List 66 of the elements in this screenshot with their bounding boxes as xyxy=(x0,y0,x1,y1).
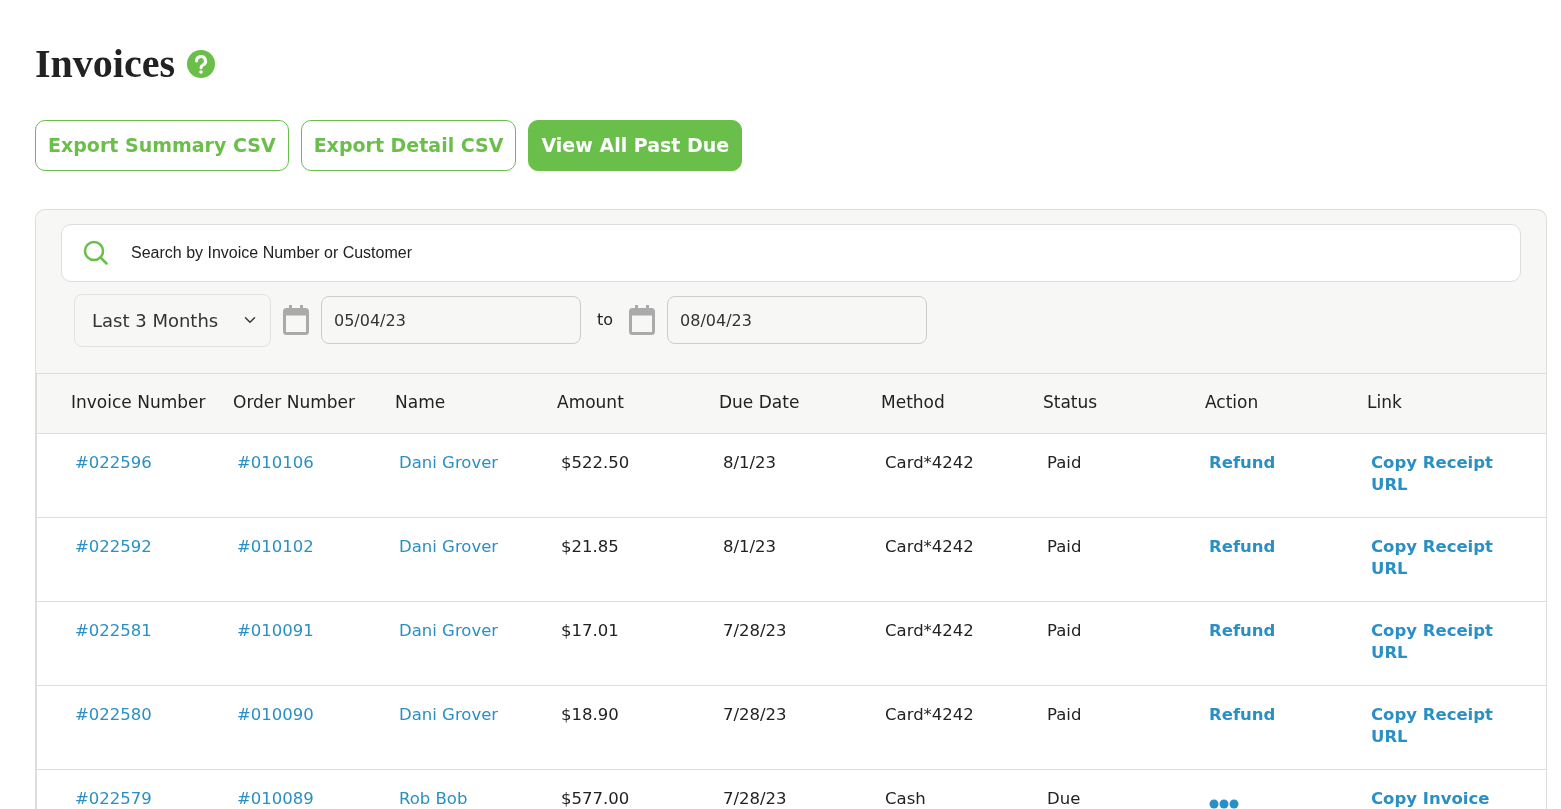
date-separator: to xyxy=(597,309,614,331)
more-icon[interactable] xyxy=(1209,799,1239,809)
column-header: Action xyxy=(1205,392,1259,413)
order-link[interactable]: #010102 xyxy=(237,536,314,556)
column-header: Name xyxy=(395,392,446,413)
table-cell: $577.00 xyxy=(561,788,630,808)
customer-link[interactable]: Dani Grover xyxy=(399,452,499,472)
column-header: Order Number xyxy=(233,392,355,413)
copy-link[interactable]: Copy Receipt URL xyxy=(1371,703,1511,748)
table-cell: 7/28/23 xyxy=(723,704,787,724)
table-cell: $21.85 xyxy=(561,536,619,556)
invoice-link[interactable]: #022596 xyxy=(75,452,152,472)
table-cell: Paid xyxy=(1047,452,1082,472)
copy-link[interactable]: Copy Receipt URL xyxy=(1371,619,1511,664)
order-link[interactable]: #010091 xyxy=(237,620,314,640)
action-button[interactable]: Export Summary CSV xyxy=(35,120,289,171)
refund-link[interactable]: Refund xyxy=(1209,536,1276,556)
column-header: Status xyxy=(1043,392,1098,413)
invoice-link[interactable]: #022579 xyxy=(75,788,152,808)
customer-link[interactable]: Dani Grover xyxy=(399,620,499,640)
invoice-link[interactable]: #022592 xyxy=(75,536,152,556)
table-cell: $522.50 xyxy=(561,452,630,472)
action-button[interactable]: Export Detail CSV xyxy=(300,120,517,171)
table-cell: Card*4242 xyxy=(885,452,974,472)
table-cell: Card*4242 xyxy=(885,620,974,640)
column-header: Due Date xyxy=(719,392,800,413)
table-cell: 7/28/23 xyxy=(723,788,787,808)
refund-link[interactable]: Refund xyxy=(1209,704,1276,724)
table-cell: Card*4242 xyxy=(885,704,974,724)
order-link[interactable]: #010106 xyxy=(237,452,314,472)
customer-link[interactable]: Rob Bob xyxy=(399,788,468,808)
column-header: Link xyxy=(1367,392,1402,413)
table-cell: 8/1/23 xyxy=(723,452,777,472)
end-date-field[interactable]: 08/04/23 xyxy=(667,296,928,344)
calendar-icon[interactable] xyxy=(629,305,656,335)
refund-link[interactable]: Refund xyxy=(1209,620,1276,640)
copy-link[interactable]: Copy Receipt URL xyxy=(1371,535,1511,580)
copy-link[interactable]: Copy Invoice xyxy=(1371,787,1490,809)
column-header: Method xyxy=(881,392,945,413)
table-cell: Paid xyxy=(1047,620,1082,640)
search-field[interactable]: Search by Invoice Number or Customer xyxy=(61,223,1521,282)
action-button[interactable]: View All Past Due xyxy=(528,120,743,171)
customer-link[interactable]: Dani Grover xyxy=(399,704,499,724)
start-date-field[interactable]: 05/04/23 xyxy=(321,296,581,344)
table-cell: 8/1/23 xyxy=(723,536,777,556)
column-header: Amount xyxy=(557,392,624,413)
order-link[interactable]: #010090 xyxy=(237,704,314,724)
invoice-link[interactable]: #022581 xyxy=(75,620,152,640)
refund-link[interactable]: Refund xyxy=(1209,452,1276,472)
table-cell: 7/28/23 xyxy=(723,620,787,640)
calendar-icon[interactable] xyxy=(283,305,309,335)
table-cell: Cash xyxy=(885,788,926,808)
help-icon[interactable] xyxy=(187,50,215,78)
table-cell: Due xyxy=(1047,788,1081,808)
customer-link[interactable]: Dani Grover xyxy=(399,536,499,556)
column-header: Invoice Number xyxy=(71,392,206,413)
order-link[interactable]: #010089 xyxy=(237,788,314,808)
table-cell: $18.90 xyxy=(561,704,619,724)
invoice-link[interactable]: #022580 xyxy=(75,704,152,724)
table-cell: Paid xyxy=(1047,536,1082,556)
page-title: Invoices xyxy=(35,44,175,84)
table-cell: Card*4242 xyxy=(885,536,974,556)
copy-link[interactable]: Copy Receipt URL xyxy=(1371,451,1511,496)
range-select[interactable]: Last 3 Months xyxy=(74,293,271,347)
table-cell: Paid xyxy=(1047,704,1082,724)
table-cell: $17.01 xyxy=(561,620,619,640)
